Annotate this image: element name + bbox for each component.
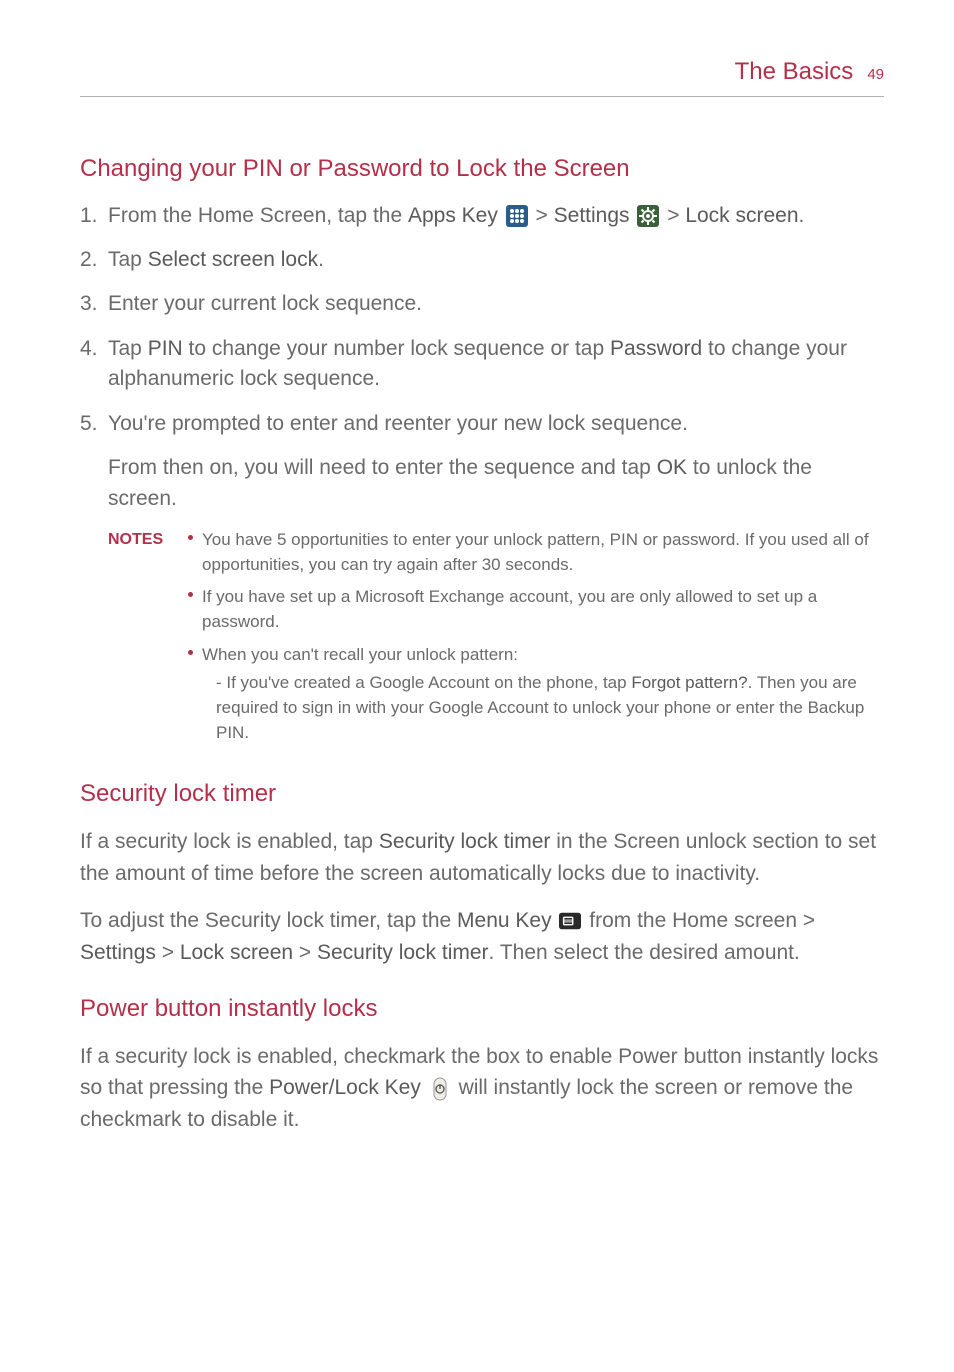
step-text: . <box>799 204 805 227</box>
step-text: Enter your current lock sequence. <box>108 292 422 315</box>
bold-menu-key: Menu Key <box>457 909 552 932</box>
power-lock-key-icon <box>429 1078 451 1100</box>
bold-security-lock-timer: Security lock timer <box>317 941 489 964</box>
bold-ok: OK <box>657 456 687 479</box>
bold-pin: PIN <box>148 337 183 360</box>
notes-items: You have 5 opportunities to enter your u… <box>188 528 884 753</box>
text: > <box>293 941 317 964</box>
step-number: 4. <box>80 334 98 364</box>
continuation-paragraph: From then on, you will need to enter the… <box>108 453 884 514</box>
bold-settings: Settings <box>554 204 630 227</box>
section-title-power-button: Power button instantly locks <box>80 992 884 1027</box>
text: from the Home screen > <box>589 909 815 932</box>
page-header: The Basics 49 <box>80 55 884 97</box>
bold-select-screen-lock: Select screen lock <box>148 248 318 271</box>
step-item: 3. Enter your current lock sequence. <box>80 289 884 319</box>
note-text: You have 5 opportunities to enter your u… <box>202 530 869 574</box>
notes-label: NOTES <box>108 528 188 753</box>
step-number: 1. <box>80 201 98 231</box>
step-number: 5. <box>80 409 98 439</box>
bold-settings: Settings <box>80 941 156 964</box>
text: > <box>156 941 180 964</box>
step-number: 3. <box>80 289 98 319</box>
body-paragraph: If a security lock is enabled, tap Secur… <box>80 826 884 889</box>
step-item: 4. Tap PIN to change your number lock se… <box>80 334 884 395</box>
section-title-changing-pin: Changing your PIN or Password to Lock th… <box>80 152 884 187</box>
bold-lock-screen: Lock screen <box>685 204 798 227</box>
bullet-icon <box>188 650 193 655</box>
step-text: > <box>661 204 685 227</box>
text: From then on, you will need to enter the… <box>108 456 657 479</box>
bold-power-lock-key: Power/Lock Key <box>269 1076 421 1099</box>
step-text: From the Home Screen, tap the <box>108 204 408 227</box>
section-title-security-lock-timer: Security lock timer <box>80 777 884 812</box>
step-text: Tap <box>108 337 148 360</box>
step-item: 5. You're prompted to enter and reenter … <box>80 409 884 439</box>
bold-password: Password <box>610 337 702 360</box>
text: If a security lock is enabled, tap <box>80 830 379 853</box>
page-number: 49 <box>867 64 884 86</box>
bullet-icon <box>188 535 193 540</box>
bullet-icon <box>188 592 193 597</box>
steps-list: 1. From the Home Screen, tap the Apps Ke… <box>80 201 884 440</box>
note-item: You have 5 opportunities to enter your u… <box>188 528 884 577</box>
body-paragraph: If a security lock is enabled, checkmark… <box>80 1041 884 1136</box>
note-subitem: - If you've created a Google Account on … <box>216 671 884 745</box>
note-sub-text: - If you've created a Google Account on … <box>216 673 631 692</box>
step-text: Tap <box>108 248 148 271</box>
step-item: 2. Tap Select screen lock. <box>80 245 884 275</box>
bold-apps-key: Apps Key <box>408 204 498 227</box>
note-text: When you can't recall your unlock patter… <box>202 645 518 664</box>
step-text: . <box>318 248 324 271</box>
apps-grid-icon <box>506 205 528 227</box>
note-item: When you can't recall your unlock patter… <box>188 643 884 746</box>
step-item: 1. From the Home Screen, tap the Apps Ke… <box>80 201 884 231</box>
step-text: > <box>530 204 554 227</box>
step-number: 2. <box>80 245 98 275</box>
step-text: You're prompted to enter and reenter you… <box>108 412 688 435</box>
notes-block: NOTES You have 5 opportunities to enter … <box>108 528 884 753</box>
text: To adjust the Security lock timer, tap t… <box>80 909 457 932</box>
bold-lock-screen: Lock screen <box>180 941 293 964</box>
menu-key-icon <box>559 910 581 932</box>
bold-forgot-pattern: Forgot pattern? <box>631 673 747 692</box>
note-item: If you have set up a Microsoft Exchange … <box>188 585 884 634</box>
note-text: If you have set up a Microsoft Exchange … <box>202 587 817 631</box>
bold-security-lock-timer: Security lock timer <box>379 830 551 853</box>
body-paragraph: To adjust the Security lock timer, tap t… <box>80 905 884 968</box>
text: . Then select the desired amount. <box>489 941 800 964</box>
step-text: to change your number lock sequence or t… <box>183 337 610 360</box>
header-title: The Basics <box>735 55 854 90</box>
settings-gear-icon <box>637 205 659 227</box>
